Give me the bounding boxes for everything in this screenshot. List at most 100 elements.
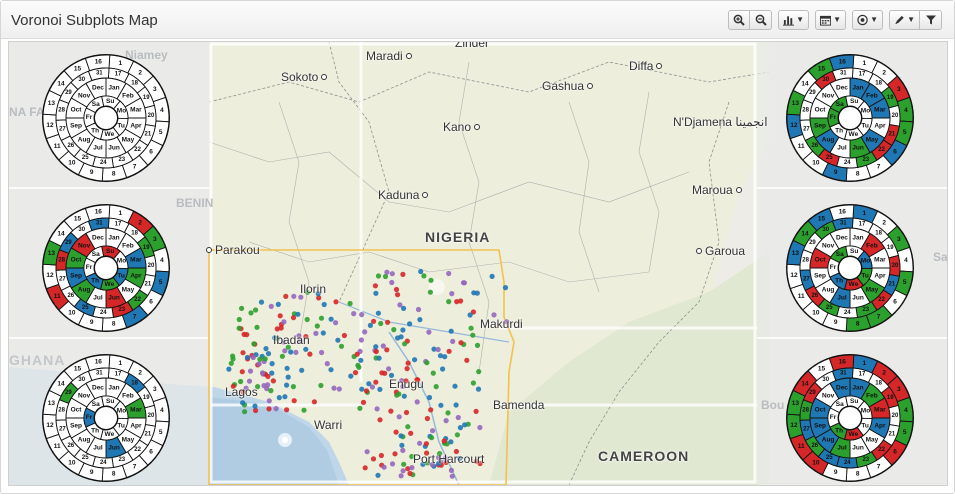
event-dot[interactable] — [470, 380, 476, 386]
event-dot[interactable] — [377, 417, 383, 423]
event-dot[interactable] — [281, 319, 287, 325]
event-dot[interactable] — [357, 405, 363, 411]
event-dot[interactable] — [392, 451, 398, 457]
event-dot[interactable] — [265, 351, 272, 357]
event-dot[interactable] — [455, 414, 461, 421]
event-dot[interactable] — [380, 343, 386, 349]
event-dot[interactable] — [452, 383, 458, 389]
event-dot[interactable] — [428, 277, 434, 283]
event-dot[interactable] — [247, 368, 254, 374]
event-dot[interactable] — [293, 349, 299, 355]
event-dot[interactable] — [384, 269, 390, 275]
event-dot[interactable] — [336, 386, 342, 392]
event-dot[interactable] — [283, 293, 289, 299]
event-dot[interactable] — [414, 399, 420, 405]
event-dot[interactable] — [393, 286, 400, 293]
event-dot[interactable] — [299, 367, 305, 373]
event-dot[interactable] — [502, 285, 509, 291]
event-dot[interactable] — [399, 442, 405, 448]
event-dot[interactable] — [290, 384, 296, 390]
event-dot[interactable] — [360, 399, 367, 405]
event-dot[interactable] — [238, 378, 244, 385]
event-dot[interactable] — [253, 407, 259, 414]
event-dot[interactable] — [324, 361, 330, 367]
event-dot[interactable] — [418, 268, 424, 275]
event-dot[interactable] — [428, 407, 434, 413]
event-dot[interactable] — [426, 394, 433, 401]
event-dot[interactable] — [396, 414, 402, 420]
calendar-subplot-bottom-left[interactable]: 1234567891011121314151617181920212223242… — [41, 353, 171, 483]
event-dot[interactable] — [400, 447, 406, 453]
event-dot[interactable] — [257, 356, 263, 362]
event-dot[interactable] — [453, 402, 459, 408]
event-dot[interactable] — [270, 378, 276, 384]
event-dot[interactable] — [398, 473, 404, 479]
event-dot[interactable] — [284, 365, 290, 371]
event-dot[interactable] — [276, 395, 282, 401]
event-dot[interactable] — [373, 344, 379, 350]
event-dot[interactable] — [284, 382, 290, 388]
target-button[interactable]: ▼ — [852, 10, 883, 30]
event-dot[interactable] — [378, 452, 384, 459]
event-dot[interactable] — [404, 366, 410, 372]
event-dot[interactable] — [407, 321, 413, 327]
zoom-in-button[interactable] — [728, 10, 750, 30]
event-dot[interactable] — [285, 374, 291, 380]
event-dot[interactable] — [319, 349, 325, 356]
calendar-button[interactable]: ▼ — [815, 10, 846, 30]
event-dot[interactable] — [263, 346, 269, 352]
event-dot[interactable] — [474, 290, 480, 296]
event-dot[interactable] — [450, 338, 456, 344]
event-dot[interactable] — [424, 360, 430, 366]
event-dot[interactable] — [266, 406, 272, 412]
event-dot[interactable] — [321, 301, 327, 308]
event-dot[interactable] — [248, 310, 254, 316]
event-dot[interactable] — [269, 370, 275, 376]
event-dot[interactable] — [256, 361, 262, 367]
event-dot[interactable] — [377, 386, 383, 392]
event-dot[interactable] — [389, 461, 396, 467]
event-dot[interactable] — [258, 299, 265, 305]
event-dot[interactable] — [417, 440, 423, 446]
event-dot[interactable] — [388, 408, 394, 414]
event-dot[interactable] — [441, 438, 447, 444]
event-dot[interactable] — [273, 406, 279, 412]
event-dot[interactable] — [417, 317, 423, 323]
event-dot[interactable] — [376, 355, 382, 361]
event-dot[interactable] — [277, 313, 283, 319]
event-dot[interactable] — [415, 306, 422, 313]
event-dot[interactable] — [242, 409, 248, 415]
event-dot[interactable] — [269, 361, 275, 367]
event-dot[interactable] — [401, 305, 407, 311]
event-dot[interactable] — [477, 424, 483, 431]
event-dot[interactable] — [395, 292, 401, 298]
event-dot[interactable] — [304, 316, 310, 323]
event-dot[interactable] — [246, 378, 253, 384]
calendar-subplot-middle-left[interactable]: 1234567891011121314151617181920212223242… — [41, 203, 171, 333]
event-dot[interactable] — [311, 399, 317, 405]
event-dot[interactable] — [400, 271, 406, 277]
event-dot[interactable] — [335, 337, 341, 343]
event-dot[interactable] — [371, 318, 377, 324]
event-dot[interactable] — [352, 370, 359, 376]
event-dot[interactable] — [382, 370, 388, 376]
event-dot[interactable] — [268, 303, 274, 309]
event-dot[interactable] — [333, 320, 339, 326]
event-dot[interactable] — [443, 418, 449, 424]
event-dot[interactable] — [448, 328, 454, 334]
event-dot[interactable] — [412, 357, 418, 363]
event-dot[interactable] — [449, 291, 455, 297]
calendar-subplot-top-right[interactable]: 1234567891011121314151617181920212223242… — [785, 53, 915, 183]
event-dot[interactable] — [398, 334, 404, 340]
event-dot[interactable] — [288, 349, 294, 355]
event-dot[interactable] — [359, 312, 365, 318]
event-dot[interactable] — [462, 422, 468, 428]
event-dot[interactable] — [391, 327, 397, 333]
filter-button[interactable] — [920, 10, 942, 30]
event-dot[interactable] — [341, 332, 347, 339]
event-dot[interactable] — [373, 379, 379, 385]
event-dot[interactable] — [236, 316, 242, 323]
event-dot[interactable] — [250, 354, 256, 361]
event-dot[interactable] — [489, 273, 495, 279]
chart-type-button[interactable]: ▼ — [778, 10, 809, 30]
